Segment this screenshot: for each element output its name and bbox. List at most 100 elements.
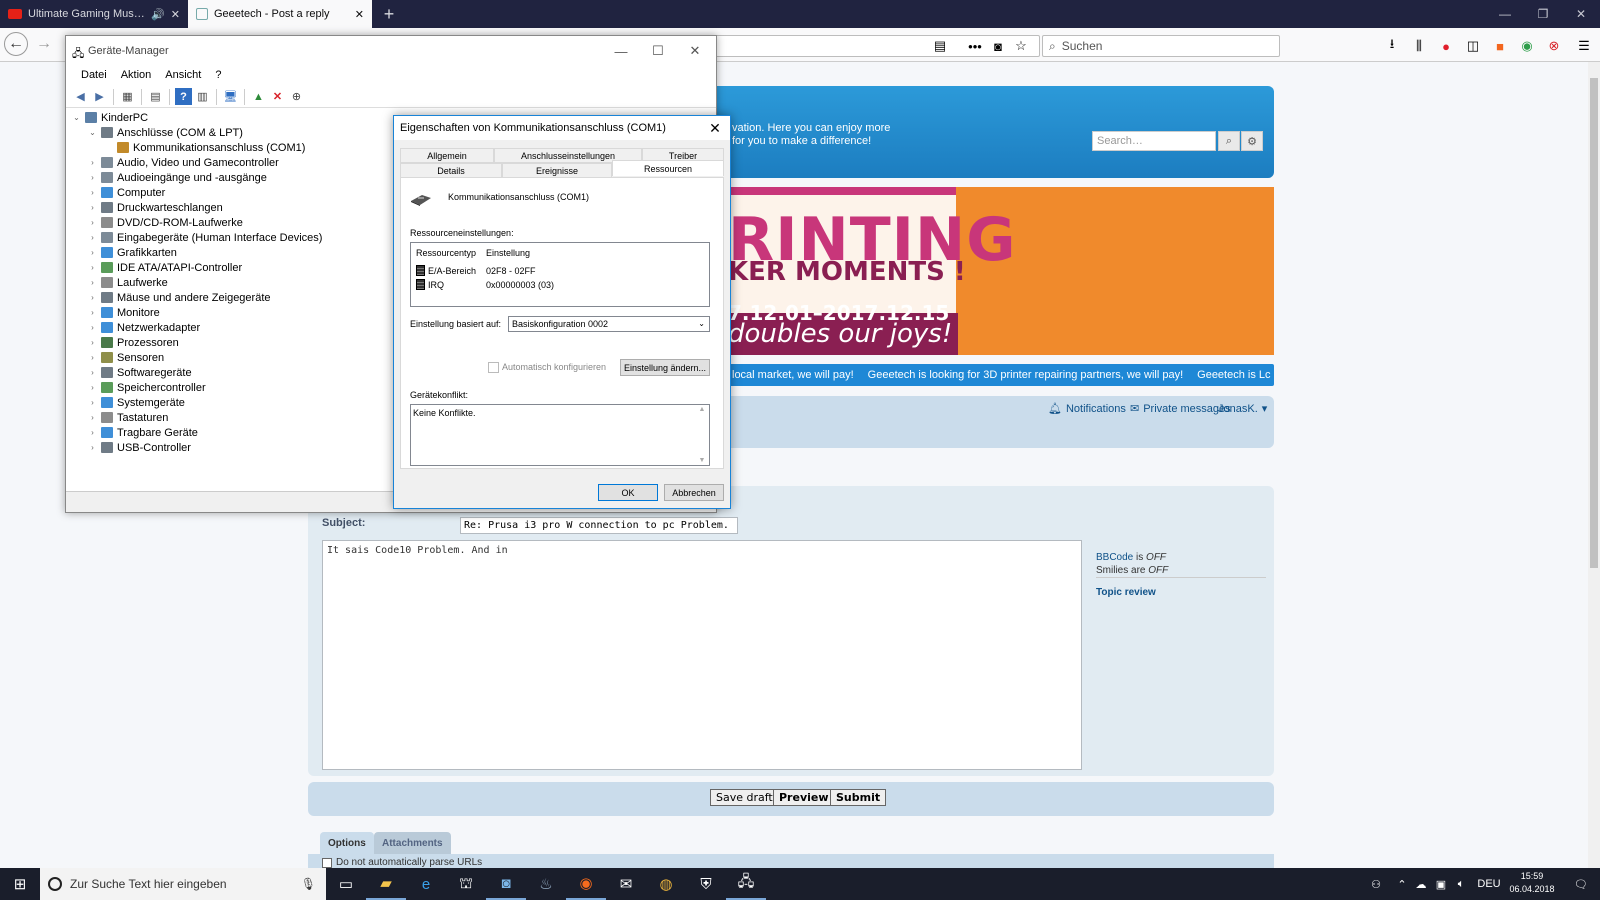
minimize-icon[interactable]: — — [1486, 0, 1524, 28]
help-icon[interactable]: ? — [175, 88, 192, 105]
extension-green-icon[interactable]: ◉ — [1517, 36, 1537, 56]
extension-red-icon[interactable]: ⊗ — [1544, 36, 1564, 56]
extension-orange-icon[interactable]: ■ — [1490, 36, 1510, 56]
restore-icon[interactable]: ❐ — [1524, 0, 1562, 28]
tree-node[interactable]: ⌄ Anschlüsse (COM & LPT) — [88, 125, 243, 140]
onedrive-icon[interactable]: ☁ — [1412, 868, 1430, 900]
forward-arrow-icon[interactable]: ▶ — [91, 88, 108, 105]
page-scrollbar-thumb[interactable] — [1590, 78, 1598, 568]
tree-node[interactable]: › Druckwarteschlangen — [88, 200, 223, 215]
back-icon[interactable]: ← — [4, 32, 28, 56]
tree-node[interactable]: › Computer — [88, 185, 165, 200]
dm-close-icon[interactable]: ✕ — [677, 40, 713, 62]
user-menu[interactable]: JonasK. ▾ — [1218, 402, 1267, 416]
forum-search-input[interactable]: Search… — [1092, 131, 1216, 151]
tab-ereignisse[interactable]: Ereignisse — [502, 163, 612, 178]
library-icon[interactable]: ⫼ — [1409, 36, 1429, 56]
resource-row[interactable]: IRQ — [416, 279, 444, 290]
ok-button[interactable]: OK — [598, 484, 658, 501]
message-textarea[interactable]: It sais Code10 Problem. And in — [322, 540, 1082, 770]
col-header-type[interactable]: Ressourcentyp — [416, 248, 476, 258]
tree-node[interactable]: › Monitore — [88, 305, 160, 320]
shield-icon[interactable]: ⛨ — [686, 868, 726, 900]
preview-button[interactable]: Preview — [773, 789, 835, 806]
browser-search-bar[interactable]: ⌕ Suchen — [1042, 35, 1280, 57]
resources-list[interactable]: Ressourcentyp Einstellung E/A-Bereich 02… — [410, 242, 710, 307]
download-icon[interactable]: ⭳ — [1382, 36, 1402, 56]
tree-node[interactable]: ⌄ KinderPC — [72, 110, 148, 125]
chevron-right-icon[interactable]: › — [88, 233, 97, 242]
chevron-right-icon[interactable]: › — [88, 398, 97, 407]
change-setting-button[interactable]: Einstellung ändern... — [620, 359, 710, 376]
task-view-icon[interactable]: ▭ — [326, 868, 366, 900]
chevron-right-icon[interactable]: › — [88, 263, 97, 272]
tree-node[interactable]: › Eingabegeräte (Human Interface Devices) — [88, 230, 322, 245]
chevron-right-icon[interactable]: › — [88, 218, 97, 227]
disable-url-parse-checkbox[interactable] — [322, 858, 332, 868]
new-tab-button[interactable]: + — [376, 0, 402, 28]
device-manager-task-icon[interactable]: 🖧︎ — [726, 868, 766, 900]
private-messages-link[interactable]: ✉ Private messages — [1130, 402, 1231, 416]
microphone-icon[interactable]: 🎙︎ — [301, 877, 326, 891]
speaker-icon[interactable]: 🔊 — [151, 8, 165, 21]
chevron-right-icon[interactable]: › — [88, 308, 97, 317]
show-hide-tree-icon[interactable]: ▦ — [119, 88, 136, 105]
textbox-scrollbar[interactable]: ▲ ▼ — [696, 406, 708, 464]
chevron-right-icon[interactable]: › — [88, 278, 97, 287]
tree-node[interactable]: › Laufwerke — [88, 275, 168, 290]
cancel-button[interactable]: Abbrechen — [664, 484, 724, 501]
sidebar-icon[interactable]: ◫ — [1463, 36, 1483, 56]
tray-overflow-icon[interactable]: ⌃ — [1394, 868, 1410, 900]
tab-geeetech[interactable]: Geeetech - Post a reply ✕ — [188, 0, 372, 28]
close-tab-icon[interactable]: ✕ — [355, 8, 364, 21]
tab-options[interactable]: Options — [320, 832, 374, 854]
conflict-textbox[interactable]: Keine Konflikte. ▲ ▼ — [410, 404, 710, 466]
tree-node[interactable]: › DVD/CD-ROM-Laufwerke — [88, 215, 243, 230]
tab-ressourcen[interactable]: Ressourcen — [612, 160, 724, 176]
tree-node[interactable]: Kommunikationsanschluss (COM1) — [104, 140, 305, 155]
topic-review-link[interactable]: Topic review — [1096, 587, 1156, 598]
firefox-icon[interactable]: ◉ — [566, 868, 606, 900]
edge-icon[interactable]: e — [406, 868, 446, 900]
chevron-right-icon[interactable]: › — [88, 428, 97, 437]
bbcode-link[interactable]: BBCode — [1096, 552, 1133, 563]
tree-node[interactable]: › Audioeingänge und -ausgänge — [88, 170, 267, 185]
chevron-right-icon[interactable]: › — [88, 158, 97, 167]
dm-minimize-icon[interactable]: — — [603, 40, 639, 62]
chevron-right-icon[interactable]: › — [88, 413, 97, 422]
chevron-right-icon[interactable]: › — [88, 323, 97, 332]
chevron-down-icon[interactable]: ⌄ — [72, 113, 81, 122]
chevron-down-icon[interactable]: ⌄ — [88, 128, 97, 137]
close-window-icon[interactable]: ✕ — [1562, 0, 1600, 28]
network-icon[interactable]: ▣ — [1432, 868, 1450, 900]
chevron-right-icon[interactable]: › — [88, 203, 97, 212]
chevron-right-icon[interactable]: › — [88, 353, 97, 362]
enable-device-icon[interactable]: ⊕ — [288, 88, 305, 105]
dialog-titlebar[interactable]: Eigenschaften von Kommunikationsanschlus… — [394, 116, 730, 140]
tree-node[interactable]: › USB-Controller — [88, 440, 191, 455]
tree-node[interactable]: › Tragbare Geräte — [88, 425, 198, 440]
menu-datei[interactable]: Datei — [74, 66, 114, 86]
bookmark-star-icon[interactable]: ☆ — [1011, 36, 1031, 56]
tree-node[interactable]: › Softwaregeräte — [88, 365, 191, 380]
action-center-icon[interactable]: 🗨︎ — [1566, 868, 1596, 900]
chevron-right-icon[interactable]: › — [88, 188, 97, 197]
taskbar-clock[interactable]: 15:59 06.04.2018 — [1506, 870, 1558, 896]
pocket-icon[interactable]: ◙ — [988, 36, 1008, 56]
chevron-right-icon[interactable]: › — [88, 173, 97, 182]
menu-aktion[interactable]: Aktion — [114, 66, 159, 86]
chevron-right-icon[interactable]: › — [88, 383, 97, 392]
people-icon[interactable]: ⚇ — [1366, 868, 1386, 900]
tree-node[interactable]: › Grafikkarten — [88, 245, 177, 260]
steam-icon[interactable]: ♨ — [526, 868, 566, 900]
teamviewer-icon[interactable]: ◙ — [486, 868, 526, 900]
col-header-setting[interactable]: Einstellung — [486, 248, 530, 258]
scroll-down-icon[interactable]: ▼ — [699, 457, 706, 464]
chevron-right-icon[interactable]: › — [88, 248, 97, 257]
tree-node[interactable]: › Tastaturen — [88, 410, 168, 425]
tree-node[interactable]: › IDE ATA/ATAPI-Controller — [88, 260, 242, 275]
hamburger-menu-icon[interactable]: ☰ — [1574, 36, 1594, 56]
back-arrow-icon[interactable]: ◀ — [72, 88, 89, 105]
mail-icon[interactable]: ✉ — [606, 868, 646, 900]
save-draft-button[interactable]: Save draft — [710, 789, 779, 806]
